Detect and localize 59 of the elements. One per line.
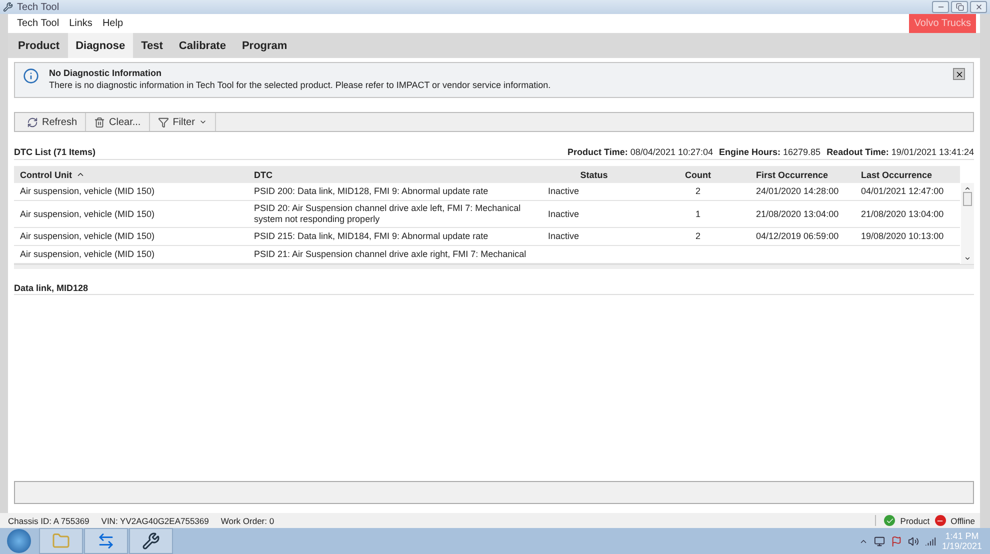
scrollbar[interactable] (961, 183, 974, 264)
folder-icon (52, 532, 70, 550)
app-icon (3, 2, 13, 12)
connection-status: Offline (950, 516, 975, 526)
column-header[interactable]: Status (542, 166, 646, 183)
trash-icon (94, 116, 106, 128)
arrows-icon (97, 532, 115, 550)
refresh-icon (27, 116, 38, 128)
brand-badge: Volvo Trucks (909, 14, 976, 33)
column-header[interactable]: DTC (248, 166, 542, 183)
detail-title: Data link, MID128 (14, 282, 88, 292)
volume-icon[interactable] (908, 536, 919, 546)
clock-date: 1/19/2021 (942, 541, 982, 551)
tab[interactable]: Test (133, 33, 171, 58)
tab[interactable]: Product (10, 33, 68, 58)
window-title: Tech Tool (17, 2, 60, 12)
column-header[interactable]: Control Unit (14, 166, 248, 183)
close-icon (954, 70, 964, 78)
scroll-up-icon[interactable] (964, 185, 971, 192)
taskbar-button[interactable] (129, 528, 173, 554)
scrollbar-thumb[interactable] (963, 192, 972, 206)
meta-text: Readout Time: 19/01/2021 13:41:24 (826, 146, 974, 156)
info-icon (23, 68, 39, 84)
close-button[interactable] (953, 68, 965, 80)
tab[interactable]: Program (234, 33, 296, 58)
column-header[interactable]: Count (646, 166, 750, 183)
list-title: DTC List (71 Items) (14, 146, 96, 156)
tab[interactable]: Diagnose (68, 33, 134, 58)
flag-icon[interactable] (890, 536, 902, 546)
scroll-down-icon[interactable] (964, 255, 971, 262)
clock-time: 1:41 PM (945, 531, 979, 541)
restore-button[interactable] (951, 1, 968, 13)
banner-message: There is no diagnostic information in Tech Tool for the selected product. Please refer to IMPACT or vendor service information. (49, 80, 552, 90)
meta-text: Engine Hours: 16279.85 (718, 146, 821, 156)
toolbar-button[interactable]: Refresh (19, 113, 86, 131)
status-text: VIN: YV2AG40G2EA755369 (101, 516, 209, 526)
banner-title: No Diagnostic Information (49, 68, 162, 78)
restore-icon (956, 3, 964, 11)
product-status: Product (900, 516, 930, 526)
toolbar-button[interactable]: Clear... (86, 113, 150, 131)
meta-text: Product Time: 08/04/2021 10:27:04 (568, 146, 713, 156)
filter-icon (158, 116, 169, 128)
column-header[interactable]: Last Occurrence (855, 166, 960, 183)
menu-item[interactable]: Links (64, 18, 98, 29)
minimize-button[interactable] (932, 1, 949, 13)
status-text: Work Order: 0 (220, 516, 274, 526)
sort-icon (76, 170, 85, 179)
menu-item[interactable]: Help (97, 18, 128, 29)
caret-icon (198, 118, 207, 126)
table-cell: PSID 20: Air Suspension channel drive axle left, FMI 7: Mechanical system not responding properly (248, 201, 542, 228)
status-text: Chassis ID: A 755369 (8, 516, 90, 526)
start-orb-icon (7, 529, 31, 553)
tab[interactable]: Calibrate (170, 33, 234, 58)
toolbar-button[interactable]: Filter (150, 113, 216, 131)
column-header[interactable]: First Occurrence (750, 166, 855, 183)
menu-item[interactable]: Tech Tool (12, 18, 64, 29)
close-icon (974, 3, 982, 11)
wrench-icon (142, 532, 160, 550)
device-icon[interactable] (874, 536, 885, 546)
